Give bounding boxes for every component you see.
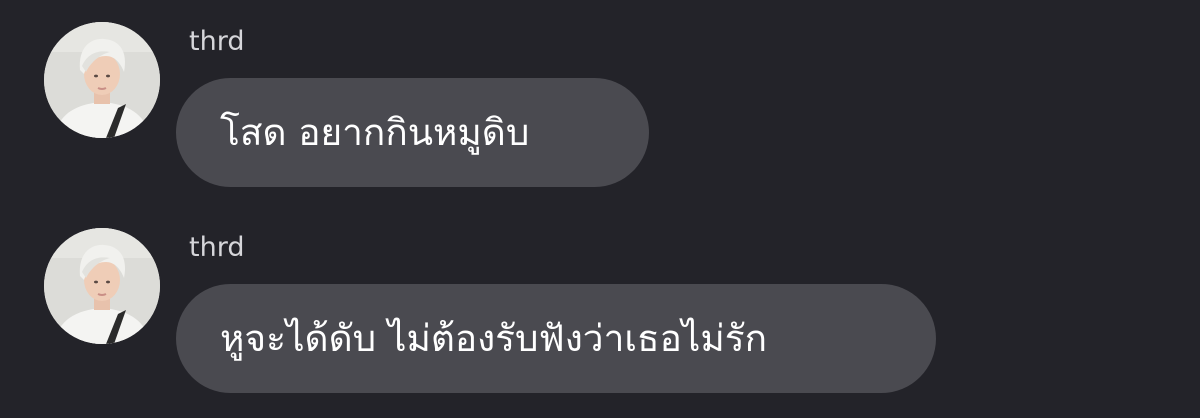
message-text: โสด อยากกินหมูดิบ — [220, 110, 530, 154]
message-bubble[interactable]: หูจะได้ดับ ไม่ต้องรับฟังว่าเธอไม่รัก — [176, 284, 936, 393]
user-photo-avatar-icon — [44, 22, 160, 138]
message-text: หูจะได้ดับ ไม่ต้องรับฟังว่าเธอไม่รัก — [220, 316, 768, 360]
message-bubble[interactable]: โสด อยากกินหมูดิบ — [176, 78, 649, 187]
chat-message: thrd หูจะได้ดับ ไม่ต้องรับฟังว่าเธอไม่รั… — [0, 206, 1200, 406]
avatar[interactable] — [44, 228, 160, 344]
sender-name: thrd — [189, 232, 245, 263]
user-photo-avatar-icon — [44, 228, 160, 344]
sender-name: thrd — [189, 26, 245, 57]
chat-message: thrd โสด อยากกินหมูดิบ — [0, 0, 1200, 200]
avatar[interactable] — [44, 22, 160, 138]
